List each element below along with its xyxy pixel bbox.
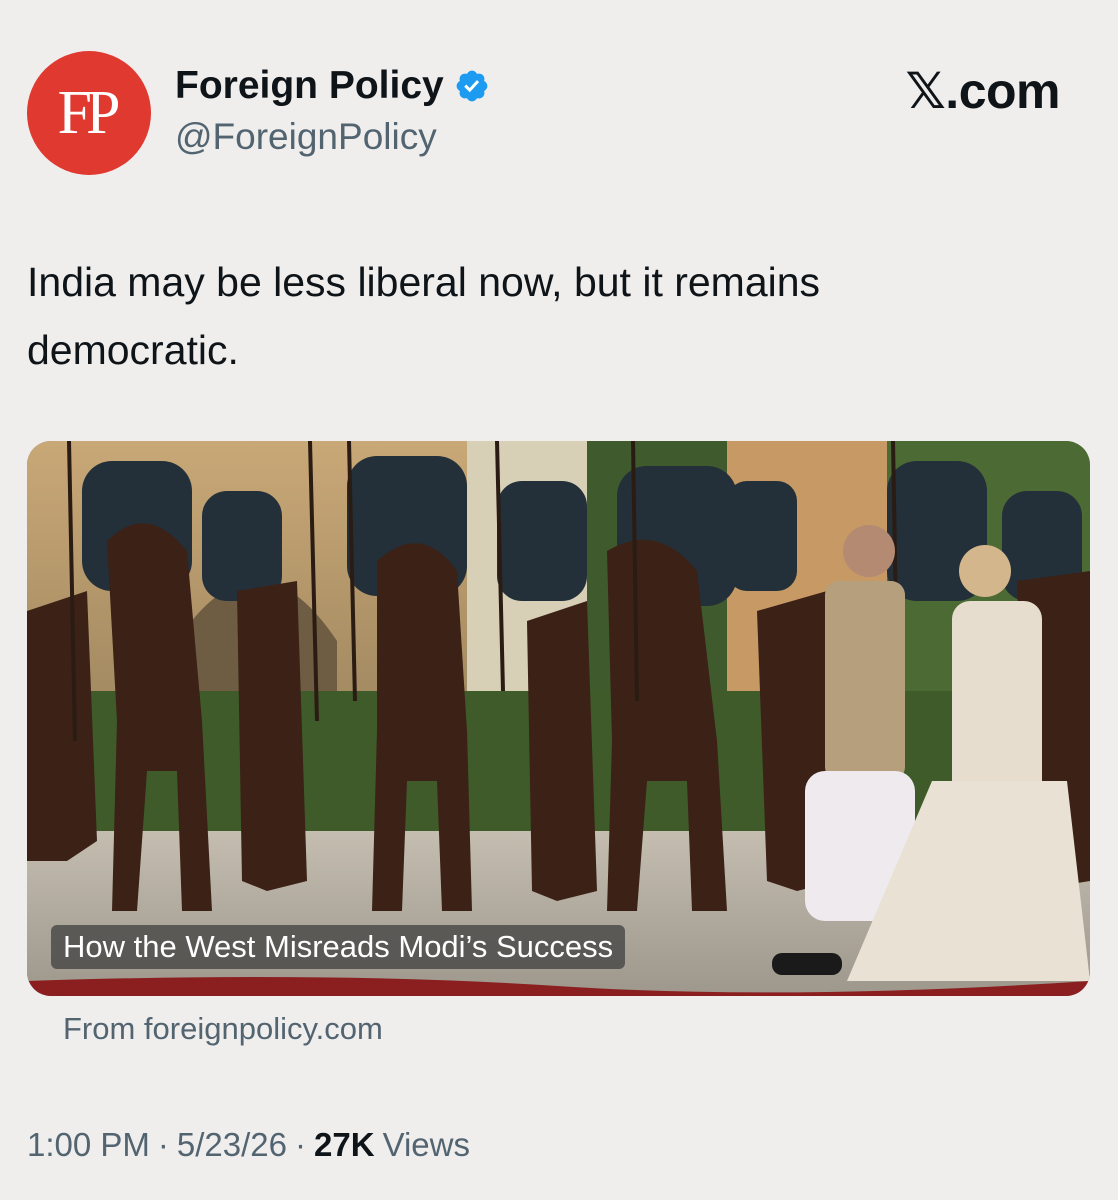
verified-badge-icon bbox=[456, 70, 488, 101]
views-count[interactable]: 27K bbox=[314, 1128, 375, 1161]
card-title[interactable]: How the West Misreads Modi’s Success bbox=[51, 925, 626, 969]
link-card[interactable]: How the West Misreads Modi’s Success bbox=[27, 441, 1090, 996]
tweet-text: India may be less liberal now, but it re… bbox=[27, 259, 821, 373]
author-display-name[interactable]: Foreign Policy bbox=[175, 66, 444, 105]
card-image bbox=[27, 441, 1090, 996]
x-com-logo: 𝕏.com bbox=[905, 63, 1061, 119]
tweet-time[interactable]: 1:00 PM bbox=[27, 1128, 150, 1161]
avatar[interactable]: FP bbox=[27, 51, 151, 175]
card-source-link[interactable]: From foreignpolicy.com bbox=[63, 1013, 383, 1044]
avatar-logo-text: FP bbox=[57, 79, 121, 147]
meta-separator: · bbox=[157, 1126, 169, 1163]
views-label[interactable]: Views bbox=[383, 1128, 470, 1161]
tweet-date[interactable]: 5/23/26 bbox=[177, 1128, 287, 1161]
meta-separator: · bbox=[295, 1126, 307, 1163]
author-name-row[interactable]: Foreign Policy bbox=[175, 66, 490, 105]
author-handle[interactable]: @ForeignPolicy bbox=[175, 118, 437, 155]
tweet-meta: 1:00 PM · 5/23/26 · 27K Views bbox=[27, 1128, 470, 1161]
